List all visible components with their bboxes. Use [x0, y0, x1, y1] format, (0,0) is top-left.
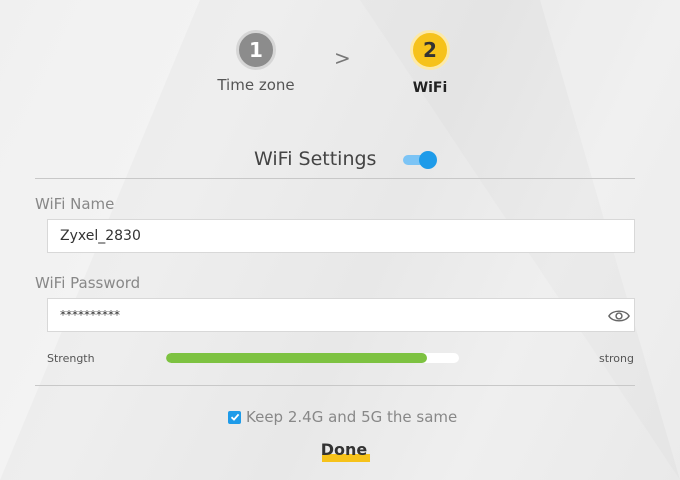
wizard-step-time-zone[interactable]: 1 Time zone	[214, 30, 298, 94]
done-button-label: Done	[320, 440, 368, 459]
wifi-name-input[interactable]: Zyxel_2830	[47, 219, 635, 253]
wifi-password-value: **********	[60, 308, 120, 322]
step-number-badge: 1	[236, 30, 276, 70]
step-separator: >	[334, 46, 351, 70]
wizard-step-wifi[interactable]: 2 WiFi	[388, 30, 472, 96]
check-icon	[230, 413, 239, 421]
same-bands-checkbox[interactable]	[228, 410, 241, 424]
toggle-knob	[419, 151, 437, 169]
section-title: WiFi Settings	[254, 148, 377, 170]
strength-meter	[166, 353, 459, 363]
same-bands-label: Keep 2.4G and 5G the same	[246, 408, 458, 426]
wifi-name-value: Zyxel_2830	[60, 228, 141, 244]
wifi-enable-toggle[interactable]	[401, 151, 437, 169]
wifi-password-label: WiFi Password	[35, 274, 141, 292]
strength-value: strong	[598, 352, 634, 365]
divider	[35, 385, 635, 386]
strength-meter-fill	[166, 353, 427, 363]
wifi-name-label: WiFi Name	[35, 195, 115, 213]
eye-icon[interactable]	[608, 307, 630, 325]
wifi-password-input[interactable]: **********	[47, 298, 635, 332]
done-button[interactable]: Done	[318, 440, 370, 464]
strength-label: Strength	[47, 352, 95, 365]
same-bands-option[interactable]: Keep 2.4G and 5G the same	[228, 408, 457, 426]
step-label: WiFi	[412, 80, 448, 96]
step-number-badge: 2	[410, 30, 450, 70]
step-label: Time zone	[217, 76, 295, 94]
divider	[35, 178, 635, 179]
